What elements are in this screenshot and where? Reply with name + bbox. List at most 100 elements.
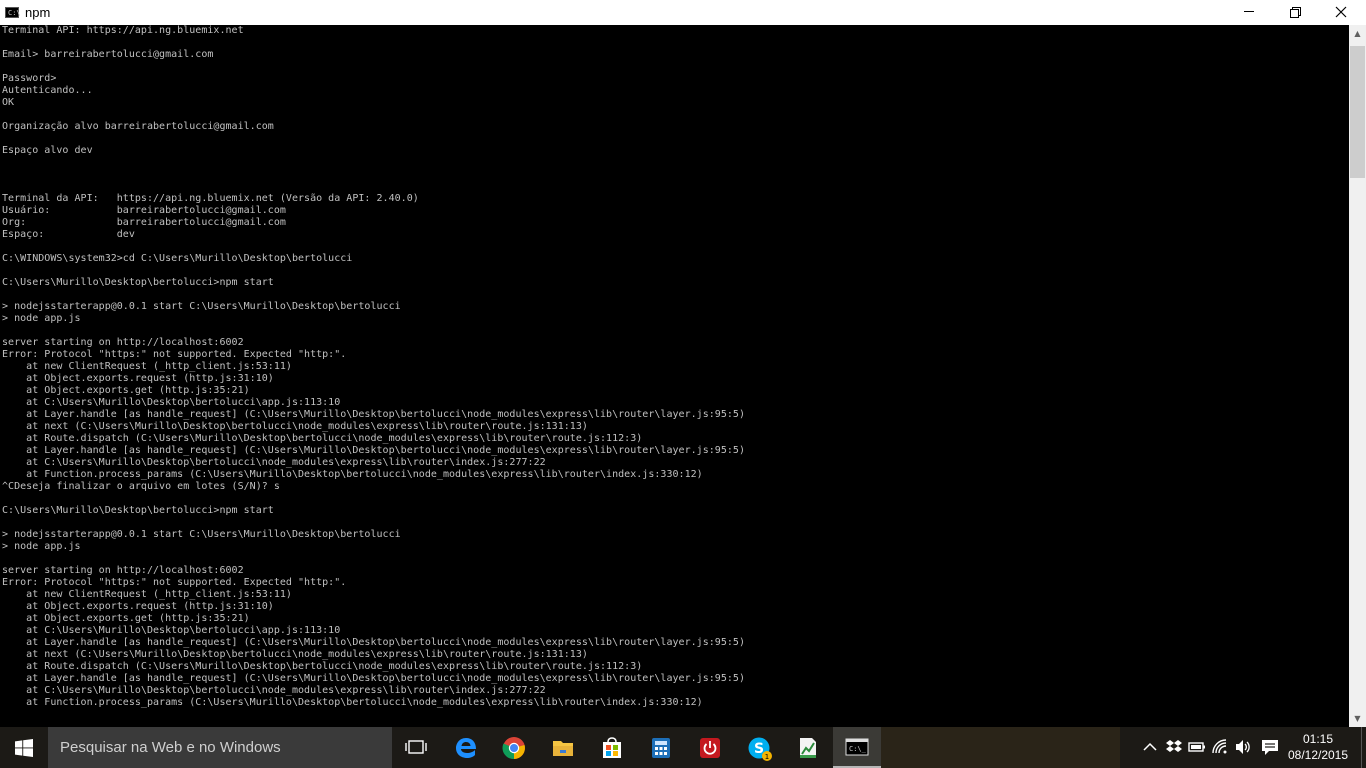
- battery-icon[interactable]: [1188, 738, 1206, 756]
- console-output[interactable]: Terminal API: https://api.ng.bluemix.net…: [0, 25, 1349, 727]
- windows-logo-icon: [15, 739, 33, 757]
- scroll-up-arrow-icon[interactable]: ▲: [1349, 25, 1366, 42]
- system-tray: [1138, 727, 1284, 768]
- console-line: at next (C:\Users\Murillo\Desktop\bertol…: [2, 649, 588, 660]
- taskbar-file-explorer[interactable]: [539, 727, 587, 768]
- console-line: Email> barreirabertolucci@gmail.com: [2, 49, 214, 60]
- console-line: at Object.exports.request (http.js:31:10…: [2, 601, 274, 612]
- console-line: > nodejsstarterapp@0.0.1 start C:\Users\…: [2, 301, 401, 312]
- cmd-icon[interactable]: C:\: [5, 7, 21, 18]
- file-explorer-icon: [553, 741, 573, 756]
- window-title: npm: [25, 5, 51, 20]
- console-line: Espaço alvo dev: [2, 145, 93, 156]
- taskbar-cmd[interactable]: C:\_: [833, 727, 881, 768]
- chrome-icon: [502, 737, 525, 760]
- start-button[interactable]: [0, 727, 48, 768]
- console-line: > node app.js: [2, 541, 81, 552]
- store-icon: [603, 737, 621, 758]
- console-line: Org: barreirabertolucci@gmail.com: [2, 217, 286, 228]
- console-text: Terminal API: https://api.ng.bluemix.net…: [0, 25, 1349, 709]
- console-line: at Route.dispatch (C:\Users\Murillo\Desk…: [2, 433, 643, 444]
- console-line: Autenticando...: [2, 85, 93, 96]
- console-line: Terminal API: https://api.ng.bluemix.net: [2, 25, 244, 36]
- console-line: > nodejsstarterapp@0.0.1 start C:\Users\…: [2, 529, 401, 540]
- volume-icon[interactable]: [1234, 738, 1252, 756]
- console-line: server starting on http://localhost:6002: [2, 337, 244, 348]
- console-line: Organização alvo barreirabertolucci@gmai…: [2, 121, 274, 132]
- notepad-chart-icon: [800, 738, 816, 758]
- dropbox-icon[interactable]: [1165, 738, 1183, 756]
- scroll-down-arrow-icon[interactable]: ▼: [1349, 710, 1366, 727]
- taskbar-edge[interactable]: [442, 727, 490, 768]
- console-line: at Layer.handle [as handle_request] (C:\…: [2, 445, 745, 456]
- taskbar-clock[interactable]: 01:15 08/12/2015: [1284, 731, 1352, 763]
- clock-time: 01:15: [1302, 732, 1334, 746]
- chevron-up-icon[interactable]: [1141, 738, 1159, 756]
- console-line: Password>: [2, 73, 57, 84]
- taskbar: Pesquisar na Web e no Windows S 1 C:\_ 0…: [0, 727, 1366, 768]
- show-desktop-button[interactable]: [1361, 727, 1366, 768]
- minimize-icon: [1244, 11, 1254, 12]
- close-button[interactable]: [1318, 0, 1364, 25]
- console-line: at Object.exports.request (http.js:31:10…: [2, 373, 274, 384]
- svg-text:C:\_: C:\_: [849, 745, 867, 753]
- console-line: at C:\Users\Murillo\Desktop\bertolucci\n…: [2, 685, 546, 696]
- search-input[interactable]: Pesquisar na Web e no Windows: [48, 727, 392, 768]
- console-line: at next (C:\Users\Murillo\Desktop\bertol…: [2, 421, 588, 432]
- edge-icon: [456, 738, 476, 758]
- console-line: C:\Users\Murillo\Desktop\bertolucci>npm …: [2, 505, 274, 516]
- console-line: at Object.exports.get (http.js:35:21): [2, 613, 250, 624]
- console-line: at Function.process_params (C:\Users\Mur…: [2, 469, 703, 480]
- calculator-app-icon: [652, 738, 670, 758]
- wifi-icon[interactable]: [1211, 738, 1229, 756]
- power-app-icon: [700, 738, 720, 758]
- console-line: at Layer.handle [as handle_request] (C:\…: [2, 409, 745, 420]
- console-line: at Object.exports.get (http.js:35:21): [2, 385, 250, 396]
- console-line: Terminal da API: https://api.ng.bluemix.…: [2, 193, 419, 204]
- restore-button[interactable]: [1272, 0, 1318, 25]
- cmd-icon: C:\_: [845, 738, 869, 756]
- console-line: Espaço: dev: [2, 229, 135, 240]
- console-line: ^CDeseja finalizar o arquivo em lotes (S…: [2, 481, 280, 492]
- taskbar-skype[interactable]: S 1: [735, 727, 783, 768]
- console-line: at C:\Users\Murillo\Desktop\bertolucci\a…: [2, 625, 341, 636]
- close-icon: [1335, 6, 1347, 18]
- console-line: Usuário: barreirabertolucci@gmail.com: [2, 205, 286, 216]
- skype-notification-badge: 1: [765, 753, 769, 761]
- minimize-button[interactable]: [1226, 0, 1272, 25]
- taskbar-app-notepad-chart[interactable]: [784, 727, 832, 768]
- taskbar-store[interactable]: [588, 727, 636, 768]
- restore-icon: [1290, 6, 1301, 18]
- taskbar-chrome[interactable]: [490, 727, 538, 768]
- task-view-icon: [405, 740, 427, 754]
- console-line: OK: [2, 97, 15, 108]
- console-line: at new ClientRequest (_http_client.js:53…: [2, 361, 292, 372]
- scrollbar-thumb[interactable]: [1350, 46, 1365, 178]
- console-line: at Route.dispatch (C:\Users\Murillo\Desk…: [2, 661, 643, 672]
- console-line: C:\Users\Murillo\Desktop\bertolucci>npm …: [2, 277, 274, 288]
- task-view-button[interactable]: [392, 727, 440, 768]
- vertical-scrollbar[interactable]: ▲ ▼: [1349, 25, 1366, 727]
- console-line: > node app.js: [2, 313, 81, 324]
- taskbar-app-calculator[interactable]: [637, 727, 685, 768]
- action-center-icon[interactable]: [1261, 738, 1279, 756]
- console-line: at Layer.handle [as handle_request] (C:\…: [2, 673, 745, 684]
- console-line: at C:\Users\Murillo\Desktop\bertolucci\n…: [2, 457, 546, 468]
- taskbar-app-power[interactable]: [686, 727, 734, 768]
- clock-date: 08/12/2015: [1287, 748, 1349, 762]
- console-line: server starting on http://localhost:6002: [2, 565, 244, 576]
- console-line: at C:\Users\Murillo\Desktop\bertolucci\a…: [2, 397, 341, 408]
- console-line: at new ClientRequest (_http_client.js:53…: [2, 589, 292, 600]
- search-placeholder: Pesquisar na Web e no Windows: [60, 739, 281, 756]
